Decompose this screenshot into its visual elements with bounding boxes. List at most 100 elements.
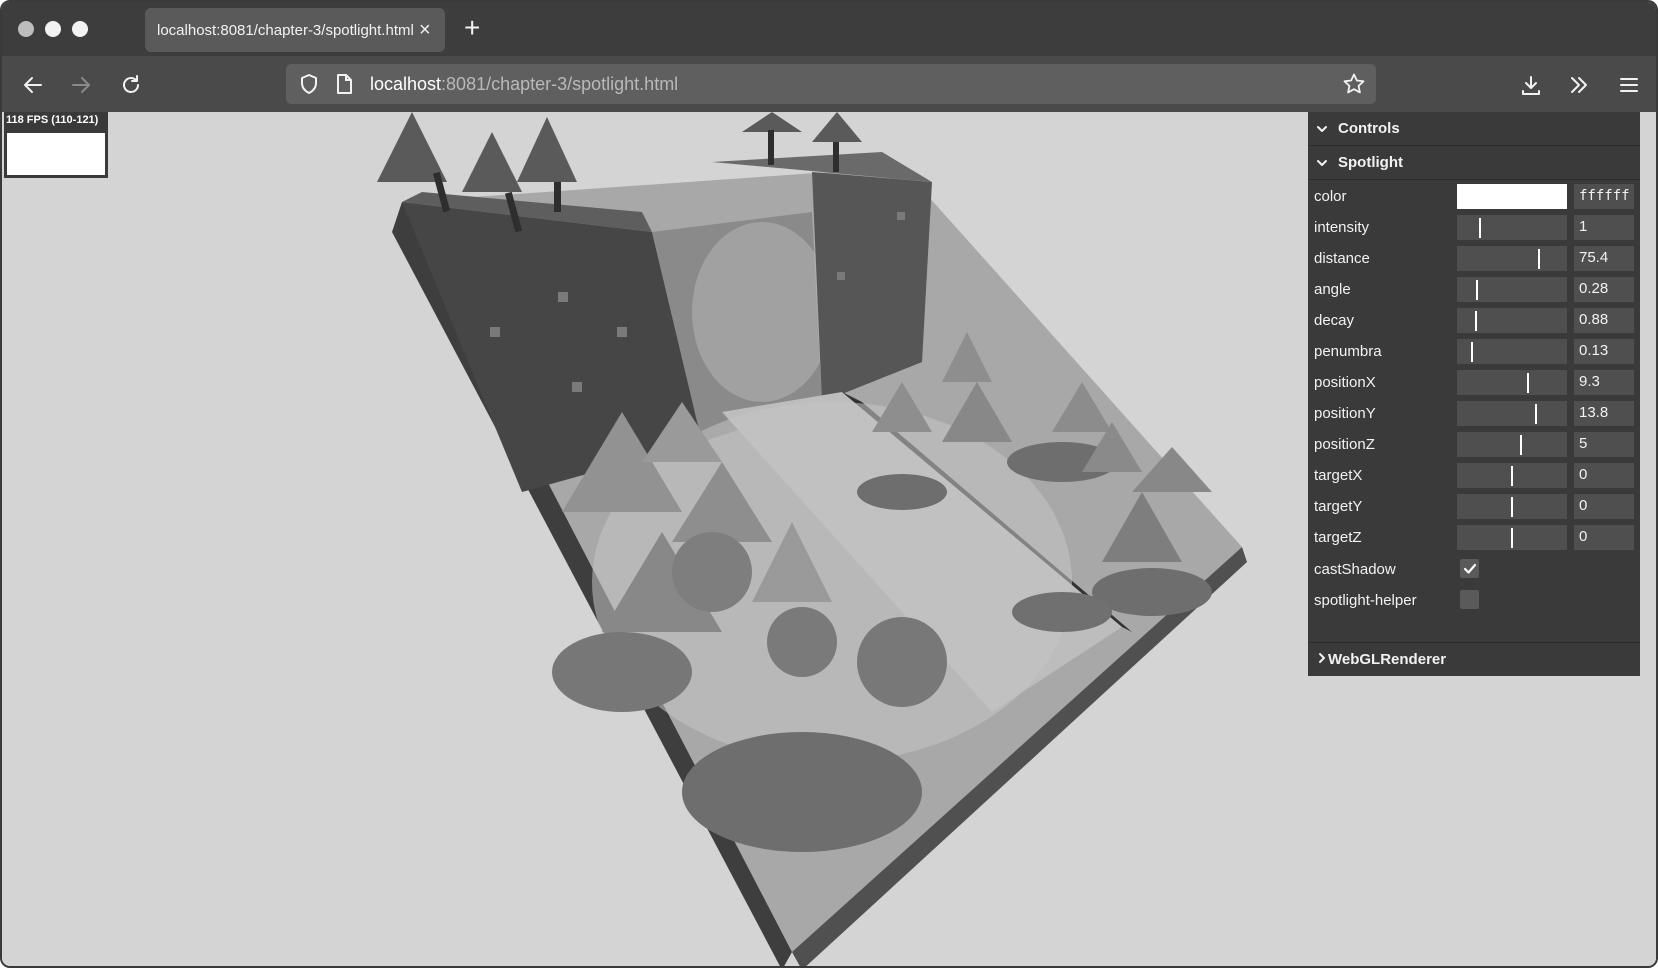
slider-handle[interactable] bbox=[1471, 342, 1473, 362]
browser-tab[interactable]: localhost:8081/chapter-3/spotlight.html … bbox=[145, 8, 445, 52]
tab-bar: localhost:8081/chapter-3/spotlight.html … bbox=[2, 2, 1656, 56]
slider-handle[interactable] bbox=[1476, 280, 1478, 300]
slider-row-penumbra: penumbra 0.13 bbox=[1308, 335, 1640, 367]
targetY-value-input[interactable]: 0 bbox=[1574, 494, 1634, 519]
url-path: :8081/chapter-3/spotlight.html bbox=[441, 74, 679, 94]
slider-row-distance: distance 75.4 bbox=[1308, 242, 1640, 274]
new-tab-icon[interactable]: + bbox=[464, 14, 480, 42]
back-icon[interactable] bbox=[18, 70, 48, 100]
color-label: color bbox=[1314, 188, 1347, 205]
slider-handle[interactable] bbox=[1520, 435, 1522, 455]
intensity-value-input[interactable]: 1 bbox=[1574, 215, 1634, 240]
targetX-value-input[interactable]: 0 bbox=[1574, 463, 1634, 488]
slider-label: targetY bbox=[1314, 498, 1363, 515]
slider-handle[interactable] bbox=[1511, 466, 1513, 486]
slider-label: positionY bbox=[1314, 405, 1376, 422]
decay-slider[interactable] bbox=[1457, 308, 1567, 333]
penumbra-slider[interactable] bbox=[1457, 339, 1567, 364]
controls-panel: Controls Spotlight color ffffff intensit… bbox=[1308, 112, 1640, 676]
downloads-icon[interactable] bbox=[1516, 70, 1546, 100]
slider-label: positionZ bbox=[1314, 436, 1375, 453]
maximize-window-button[interactable] bbox=[72, 21, 88, 37]
castshadow-checkbox[interactable] bbox=[1460, 559, 1479, 578]
slider-label: targetX bbox=[1314, 467, 1363, 484]
angle-value-input[interactable]: 0.28 bbox=[1574, 277, 1634, 302]
close-window-button[interactable] bbox=[18, 21, 34, 37]
chevron-down-icon bbox=[1316, 123, 1330, 135]
positionY-slider[interactable] bbox=[1457, 401, 1567, 426]
forward-icon[interactable] bbox=[66, 70, 96, 100]
url-text[interactable]: localhost:8081/chapter-3/spotlight.html bbox=[370, 74, 678, 95]
spotlight-helper-row: spotlight-helper bbox=[1308, 584, 1640, 616]
slider-row-positionY: positionY 13.8 bbox=[1308, 397, 1640, 429]
navigation-bar: localhost:8081/chapter-3/spotlight.html bbox=[2, 56, 1656, 112]
distance-value-input[interactable]: 75.4 bbox=[1574, 246, 1634, 271]
targetY-slider[interactable] bbox=[1457, 494, 1567, 519]
browser-window: localhost:8081/chapter-3/spotlight.html … bbox=[0, 0, 1658, 968]
intensity-slider[interactable] bbox=[1457, 215, 1567, 240]
color-hex-input[interactable]: ffffff bbox=[1574, 184, 1634, 209]
chevron-down-icon bbox=[1316, 157, 1330, 169]
slider-label: angle bbox=[1314, 281, 1351, 298]
penumbra-value-input[interactable]: 0.13 bbox=[1574, 339, 1634, 364]
slider-handle[interactable] bbox=[1511, 528, 1513, 548]
decay-value-input[interactable]: 0.88 bbox=[1574, 308, 1634, 333]
slider-handle[interactable] bbox=[1479, 218, 1481, 238]
menu-icon[interactable] bbox=[1614, 70, 1644, 100]
color-swatch[interactable] bbox=[1457, 184, 1567, 209]
fps-stats-panel[interactable]: 118 FPS (110-121) bbox=[4, 112, 108, 178]
slider-row-positionZ: positionZ 5 bbox=[1308, 428, 1640, 460]
page-icon bbox=[334, 73, 354, 100]
slider-label: distance bbox=[1314, 250, 1370, 267]
angle-slider[interactable] bbox=[1457, 277, 1567, 302]
address-bar[interactable]: localhost:8081/chapter-3/spotlight.html bbox=[286, 64, 1376, 104]
targetZ-slider[interactable] bbox=[1457, 525, 1567, 550]
chevron-right-icon bbox=[1316, 651, 1328, 668]
positionZ-slider[interactable] bbox=[1457, 432, 1567, 457]
more-tools-icon[interactable] bbox=[1564, 70, 1594, 100]
controls-folder-label: Controls bbox=[1338, 120, 1400, 137]
spotlight-helper-label: spotlight-helper bbox=[1314, 592, 1417, 609]
checkmark-icon bbox=[1463, 563, 1476, 574]
bookmark-star-icon[interactable] bbox=[1342, 72, 1366, 101]
slider-row-intensity: intensity 1 bbox=[1308, 211, 1640, 243]
slider-label: decay bbox=[1314, 312, 1355, 329]
targetZ-value-input[interactable]: 0 bbox=[1574, 525, 1634, 550]
webglrenderer-folder-header[interactable]: WebGLRenderer bbox=[1308, 642, 1640, 676]
minimize-window-button[interactable] bbox=[45, 21, 61, 37]
webgl-canvas[interactable]: 118 FPS (110-121) Controls Spotlight col… bbox=[2, 112, 1656, 966]
slider-label: penumbra bbox=[1314, 343, 1382, 360]
spotlight-folder-label: Spotlight bbox=[1338, 154, 1403, 171]
slider-label: positionX bbox=[1314, 374, 1376, 391]
spotlight-helper-checkbox[interactable] bbox=[1460, 590, 1479, 609]
fps-graph bbox=[7, 133, 105, 175]
controls-folder-header[interactable]: Controls bbox=[1308, 112, 1640, 146]
tab-close-icon[interactable]: × bbox=[419, 20, 431, 40]
positionX-value-input[interactable]: 9.3 bbox=[1574, 370, 1634, 395]
positionX-slider[interactable] bbox=[1457, 370, 1567, 395]
positionZ-value-input[interactable]: 5 bbox=[1574, 432, 1634, 457]
slider-row-positionX: positionX 9.3 bbox=[1308, 366, 1640, 398]
positionY-value-input[interactable]: 13.8 bbox=[1574, 401, 1634, 426]
slider-handle[interactable] bbox=[1535, 404, 1537, 424]
slider-handle[interactable] bbox=[1538, 249, 1540, 269]
slider-row-targetY: targetY 0 bbox=[1308, 490, 1640, 522]
slider-handle[interactable] bbox=[1527, 373, 1529, 393]
url-host: localhost bbox=[370, 74, 442, 94]
targetX-slider[interactable] bbox=[1457, 463, 1567, 488]
distance-slider[interactable] bbox=[1457, 246, 1567, 271]
reload-icon[interactable] bbox=[116, 70, 146, 100]
castshadow-row: castShadow bbox=[1308, 553, 1640, 585]
fps-text: 118 FPS (110-121) bbox=[6, 114, 99, 126]
slider-label: intensity bbox=[1314, 219, 1370, 236]
slider-handle[interactable] bbox=[1511, 497, 1513, 517]
slider-handle[interactable] bbox=[1475, 311, 1477, 331]
slider-label: targetZ bbox=[1314, 529, 1362, 546]
slider-row-angle: angle 0.28 bbox=[1308, 273, 1640, 305]
shield-icon[interactable] bbox=[298, 73, 320, 100]
castshadow-label: castShadow bbox=[1314, 561, 1396, 578]
webglrenderer-folder-label: WebGLRenderer bbox=[1328, 651, 1447, 668]
slider-row-targetZ: targetZ 0 bbox=[1308, 521, 1640, 553]
tab-title: localhost:8081/chapter-3/spotlight.html bbox=[157, 21, 414, 39]
spotlight-folder-header[interactable]: Spotlight bbox=[1308, 146, 1640, 180]
